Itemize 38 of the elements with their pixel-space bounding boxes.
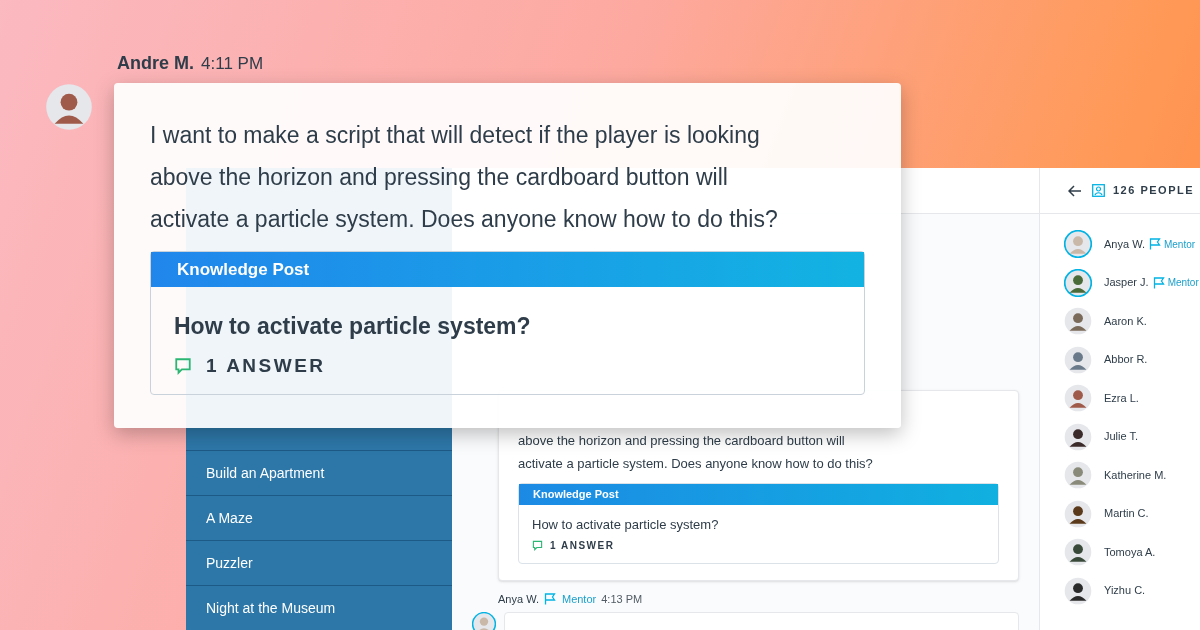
knowledge-post-label: Knowledge Post — [519, 484, 998, 505]
person-row[interactable]: Anya W. Mentor — [1064, 230, 1200, 258]
person-row[interactable]: Jasper J. Mentor — [1064, 268, 1200, 297]
post-title: How to activate particle system? — [174, 312, 532, 341]
person-name: Anya W. — [1104, 236, 1145, 252]
answer-count: 1 ANSWER — [206, 353, 326, 378]
message-time: 4:11 PM — [201, 53, 264, 75]
person-row[interactable]: Yizhu C. — [1064, 576, 1200, 605]
knowledge-post-card[interactable]: Knowledge Post How to activate particle system? 1 ANSWER — [150, 251, 865, 395]
person-row[interactable]: Katherine M. — [1064, 461, 1200, 489]
mentor-label: Mentor — [561, 592, 597, 607]
person-name: Martin C. — [1104, 506, 1149, 522]
message-time: 4:13 PM — [601, 592, 643, 607]
mentor-label: Mentor — [1163, 237, 1196, 252]
person-name: Jasper J. — [1104, 275, 1149, 291]
person-name: Tomoya A. — [1104, 544, 1156, 560]
post-title: How to activate particle system? — [532, 515, 720, 534]
message-text: I want to make a script that will detect if the player is looking above the horizon and pressing the cardboard button will activate a particle system. Does anyone know how to do this? — [150, 121, 779, 234]
person-row[interactable]: Tomoya A. — [1064, 538, 1200, 566]
person-row[interactable]: Aaron K. — [1064, 307, 1200, 335]
person-row[interactable]: Julie T. — [1064, 422, 1200, 451]
person-name: Yizhu C. — [1104, 583, 1146, 599]
person-name: Abbor R. — [1104, 352, 1148, 368]
person-name: Ezra L. — [1104, 390, 1139, 406]
person-row[interactable]: Martin C. — [1064, 499, 1200, 528]
person-name: Julie T. — [1104, 429, 1139, 445]
knowledge-post-label: Knowledge Post — [151, 252, 864, 287]
answer-count: 1 ANSWER — [550, 539, 615, 553]
person-row[interactable]: Ezra L. — [1064, 384, 1200, 412]
person-name: Katherine M. — [1104, 467, 1167, 483]
mentor-label: Mentor — [1167, 276, 1199, 290]
people-count: 126 PEOPLE — [1113, 183, 1195, 199]
person-row[interactable]: Abbor R. — [1064, 345, 1200, 374]
author-name: Andre M. — [117, 52, 194, 75]
person-name: Aaron K. — [1104, 313, 1147, 329]
message-text: above the horizon and pressing the cardboard button will activate a particle system. Does anyone know how to do this? — [518, 432, 874, 473]
knowledge-post-card[interactable]: Knowledge Post How to activate particle system? 1 ANSWER — [518, 483, 999, 564]
author-name: Anya W. — [498, 592, 539, 607]
